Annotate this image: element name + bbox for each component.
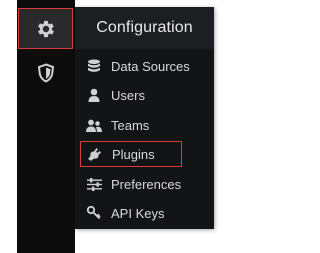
menu-item-label: Plugins [112, 146, 155, 162]
plug-icon [87, 146, 103, 162]
configuration-dropdown: Configuration Data Sources Users Teams P… [75, 7, 214, 229]
menu-item-label: Preferences [111, 176, 182, 192]
menu-item-label: Teams [111, 117, 150, 133]
menu-item-preferences[interactable]: Preferences [75, 171, 214, 197]
key-icon [86, 205, 102, 221]
menu-item-label: API Keys [111, 205, 165, 221]
sidebar-item-shield[interactable] [20, 53, 72, 93]
menu-item-label: Data Sources [111, 58, 190, 74]
dropdown-header: Configuration [75, 7, 214, 49]
database-icon [86, 58, 102, 74]
sliders-icon [86, 176, 102, 192]
menu-item-users[interactable]: Users [75, 82, 214, 108]
shield-icon [37, 63, 55, 83]
screenshot-frame: Configuration Data Sources Users Teams P… [0, 0, 286, 253]
menu-item-api-keys[interactable]: API Keys [75, 200, 214, 226]
gear-icon [35, 18, 57, 40]
menu-item-label: Users [111, 87, 145, 103]
users-icon [86, 117, 102, 133]
menu-item-teams[interactable]: Teams [75, 112, 214, 138]
user-icon [86, 87, 102, 103]
sidebar-item-configuration[interactable] [18, 8, 73, 49]
menu-item-data-sources[interactable]: Data Sources [75, 53, 214, 79]
menu-item-plugins[interactable]: Plugins [80, 141, 182, 167]
